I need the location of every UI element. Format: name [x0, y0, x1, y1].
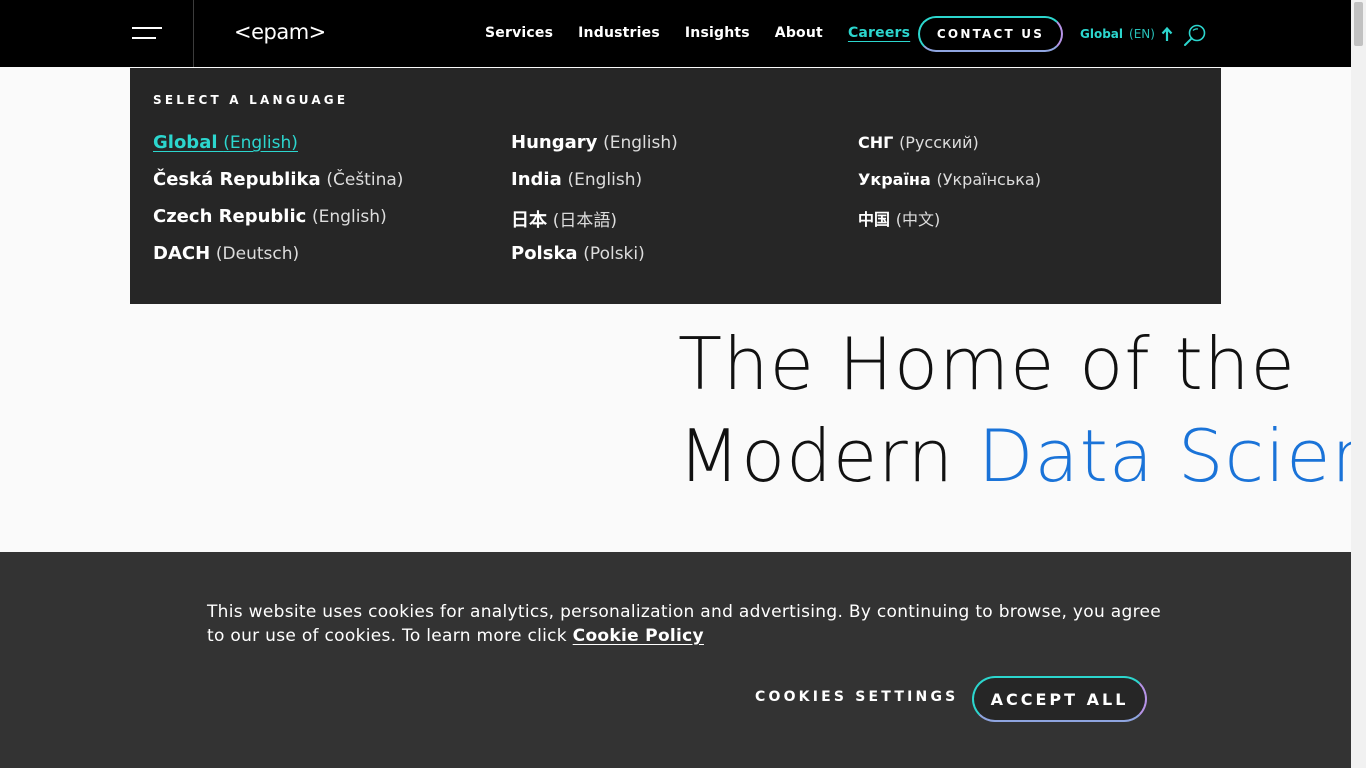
contact-us-button[interactable]: CONTACT US — [918, 16, 1063, 52]
language-option-china[interactable]: 中国 (中文) — [858, 206, 1041, 243]
accept-all-button[interactable]: ACCEPT ALL — [972, 676, 1147, 722]
nav-industries[interactable]: Industries — [578, 25, 660, 41]
language-option-cis[interactable]: СНГ (Русский) — [858, 132, 1041, 169]
language-option-japan[interactable]: 日本 (日本語) — [511, 206, 678, 243]
page-scrollbar[interactable] — [1351, 0, 1366, 768]
language-option-ukraine[interactable]: Україна (Українська) — [858, 169, 1041, 206]
site-header: <epam> Services Industries Insights Abou… — [0, 0, 1351, 67]
hero-line-1: The Home of the — [678, 322, 1296, 406]
language-selector[interactable]: Global (EN) — [1080, 26, 1173, 42]
hero-heading: The Home of the Modern Data Science — [678, 318, 1351, 498]
nav-insights[interactable]: Insights — [685, 25, 750, 41]
search-icon[interactable] — [1183, 23, 1207, 47]
language-option-cesko[interactable]: Česká Republika (Čeština) — [153, 169, 403, 206]
cookie-message: This website uses cookies for analytics,… — [207, 600, 1167, 648]
nav-about[interactable]: About — [775, 25, 823, 41]
language-column-3: СНГ (Русский) Україна (Українська) 中国 (中… — [858, 132, 1041, 243]
language-option-dach[interactable]: DACH (Deutsch) — [153, 243, 403, 280]
epam-logo[interactable]: <epam> — [234, 20, 326, 44]
language-option-india[interactable]: India (English) — [511, 169, 678, 206]
language-option-global[interactable]: Global (English) — [153, 132, 403, 169]
scrollbar-thumb[interactable] — [1354, 2, 1363, 46]
header-divider — [193, 0, 194, 67]
main-nav: Services Industries Insights About Caree… — [485, 25, 910, 41]
language-option-czech-english[interactable]: Czech Republic (English) — [153, 206, 403, 243]
cookies-settings-button[interactable]: COOKIES SETTINGS — [755, 689, 958, 705]
hero-line-2: Modern Data Science — [678, 410, 1351, 498]
cookie-policy-link[interactable]: Cookie Policy — [573, 626, 704, 646]
hero-plain-text: Modern — [678, 414, 979, 498]
language-code: (EN) — [1129, 27, 1155, 41]
language-panel: SELECT A LANGUAGE Global (English) Česká… — [130, 68, 1221, 304]
arrow-up-icon — [1161, 26, 1173, 41]
nav-services[interactable]: Services — [485, 25, 553, 41]
language-option-polska[interactable]: Polska (Polski) — [511, 243, 678, 280]
menu-icon[interactable] — [132, 24, 162, 44]
hero-accent-text: Data Science — [978, 414, 1351, 498]
language-option-hungary[interactable]: Hungary (English) — [511, 132, 678, 169]
nav-careers[interactable]: Careers — [848, 25, 910, 41]
language-column-2: Hungary (English) India (English) 日本 (日本… — [511, 132, 678, 280]
cookie-banner: This website uses cookies for analytics,… — [0, 552, 1351, 768]
language-column-1: Global (English) Česká Republika (Češtin… — [153, 132, 403, 280]
language-current: Global — [1080, 27, 1124, 41]
language-panel-title: SELECT A LANGUAGE — [153, 93, 349, 107]
